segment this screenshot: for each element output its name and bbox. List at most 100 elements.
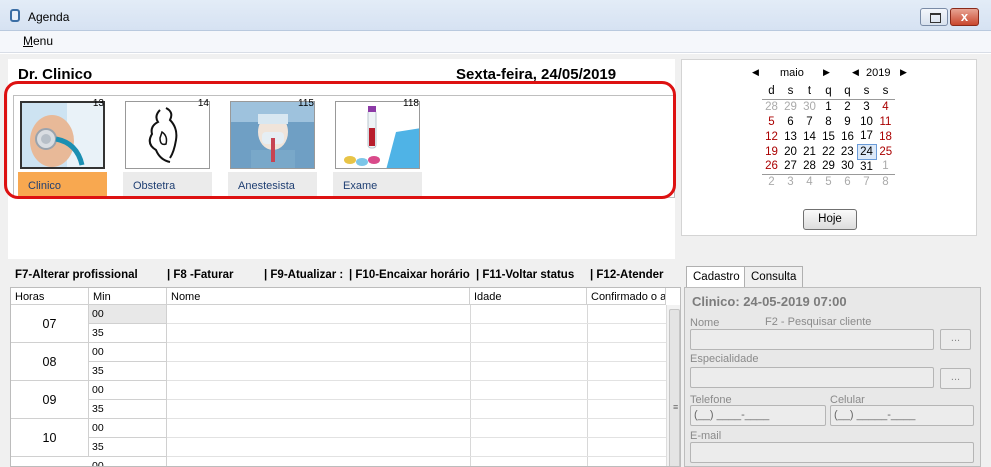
next-year-arrow-icon[interactable]: ▶ [900, 67, 907, 78]
calendar-day[interactable]: 1 [876, 159, 895, 175]
calendar-day[interactable]: 31 [857, 159, 876, 175]
calendar-day[interactable]: 5 [819, 174, 838, 189]
calendar-day[interactable]: 17 [857, 129, 876, 144]
especialidade-browse-button[interactable]: ... [940, 368, 971, 389]
calendar-day[interactable]: 15 [819, 129, 838, 144]
prev-year-arrow-icon[interactable]: ◀ [852, 67, 859, 78]
table-row[interactable] [167, 400, 667, 419]
menu-item-menu[interactable]: Menu [23, 34, 53, 48]
calendar-day[interactable]: 13 [781, 129, 800, 144]
table-row[interactable] [167, 438, 667, 457]
calendar-day[interactable]: 10 [857, 114, 876, 129]
calendar-day[interactable]: 25 [876, 144, 895, 159]
calendar-day[interactable]: 2 [838, 99, 857, 114]
calendar-day[interactable]: 21 [800, 144, 819, 159]
calendar-day[interactable]: 26 [762, 159, 781, 175]
month-label[interactable]: maio [780, 67, 804, 79]
hour-cell[interactable]: 08 [11, 343, 89, 381]
especialidade-field[interactable] [690, 367, 934, 388]
calendar-day[interactable]: 1 [819, 99, 838, 114]
shortcut-f8: | F8 -Faturar [167, 269, 234, 281]
calendar-day[interactable]: 7 [800, 114, 819, 129]
email-field[interactable] [690, 442, 974, 463]
calendar-day[interactable]: 29 [781, 99, 800, 114]
table-row[interactable] [167, 343, 667, 362]
column-header-idade[interactable]: Idade [470, 288, 587, 305]
hour-cell[interactable]: 07 [11, 305, 89, 343]
form-title: Clinico: 24-05-2019 07:00 [692, 294, 847, 309]
weekday-header: d [762, 84, 781, 100]
hour-cell[interactable]: 09 [11, 381, 89, 419]
calendar-day[interactable]: 27 [781, 159, 800, 175]
grip-icon: ≡ [673, 402, 679, 412]
calendar-day[interactable]: 18 [876, 129, 895, 144]
calendar-day[interactable]: 6 [781, 114, 800, 129]
celular-field[interactable]: (__) _____-____ [830, 405, 974, 426]
minute-cell[interactable]: 35 [89, 324, 167, 343]
calendar-day[interactable]: 16 [838, 129, 857, 144]
calendar-day[interactable]: 7 [857, 174, 876, 189]
today-button[interactable]: Hoje [803, 209, 857, 230]
calendar-day[interactable]: 8 [819, 114, 838, 129]
cadastro-form: Clinico: 24-05-2019 07:00 Nome F2 - Pesq… [684, 287, 981, 467]
column-header-min[interactable]: Min [89, 288, 167, 305]
calendar-day[interactable]: 24 [856, 143, 877, 160]
table-row[interactable] [167, 381, 667, 400]
calendar-day[interactable]: 30 [838, 159, 857, 175]
calendar-day[interactable]: 6 [838, 174, 857, 189]
menu-bar: Menu [0, 31, 991, 53]
restore-button[interactable] [920, 8, 948, 26]
calendar-day[interactable]: 8 [876, 174, 895, 189]
calendar: ◀ maio ▶ ◀ 2019 ▶ dstqqss 28 29 30 1 2 3 4 5 6 7 8… [681, 59, 977, 236]
calendar-day[interactable]: 30 [800, 99, 819, 114]
calendar-day[interactable]: 28 [762, 99, 781, 114]
calendar-day[interactable]: 19 [762, 144, 781, 159]
tab-cadastro[interactable]: Cadastro [686, 266, 747, 288]
column-header-horas[interactable]: Horas [11, 288, 89, 305]
calendar-day[interactable]: 29 [819, 159, 838, 175]
weekday-header: s [857, 84, 876, 100]
calendar-day[interactable]: 9 [838, 114, 857, 129]
vertical-scrollbar[interactable]: ≡ [666, 305, 680, 466]
minute-cell[interactable]: 00 [89, 305, 167, 324]
prev-month-arrow-icon[interactable]: ◀ [752, 67, 759, 78]
minute-cell[interactable]: 35 [89, 400, 167, 419]
minute-cell[interactable]: 00 [89, 381, 167, 400]
calendar-day[interactable]: 2 [762, 174, 781, 189]
calendar-day[interactable]: 3 [781, 174, 800, 189]
minute-cell[interactable]: 00 [89, 457, 167, 466]
year-label[interactable]: 2019 [866, 67, 890, 79]
nome-field[interactable] [690, 329, 934, 350]
calendar-day[interactable]: 4 [800, 174, 819, 189]
telefone-field[interactable]: (__) ____-____ [690, 405, 826, 426]
scrollbar-thumb[interactable]: ≡ [669, 309, 680, 466]
column-header-confirmado[interactable]: Confirmado o av [587, 288, 666, 305]
table-row[interactable] [167, 362, 667, 381]
minute-cell[interactable]: 00 [89, 419, 167, 438]
table-row[interactable] [167, 419, 667, 438]
close-button[interactable]: x [950, 8, 979, 26]
calendar-day[interactable]: 4 [876, 99, 895, 114]
nome-browse-button[interactable]: ... [940, 329, 971, 350]
calendar-day[interactable]: 5 [762, 114, 781, 129]
minute-cell[interactable]: 35 [89, 362, 167, 381]
calendar-day[interactable]: 11 [876, 114, 895, 129]
calendar-day[interactable]: 12 [762, 129, 781, 144]
column-header-nome[interactable]: Nome [167, 288, 470, 305]
nome-hint: F2 - Pesquisar cliente [765, 316, 872, 328]
table-row[interactable] [167, 324, 667, 343]
hour-cell[interactable]: 10 [11, 419, 89, 457]
minute-cell[interactable]: 00 [89, 343, 167, 362]
calendar-day[interactable]: 14 [800, 129, 819, 144]
main-area: Dr. Clinico Sexta-feira, 24/05/2019 13 C… [0, 54, 991, 467]
minute-cell[interactable]: 35 [89, 438, 167, 457]
calendar-day[interactable]: 20 [781, 144, 800, 159]
tab-consulta[interactable]: Consulta [744, 266, 804, 287]
calendar-day[interactable]: 3 [857, 99, 876, 114]
calendar-day[interactable]: 23 [838, 144, 857, 159]
next-month-arrow-icon[interactable]: ▶ [823, 67, 830, 78]
table-row[interactable] [167, 305, 667, 324]
calendar-day[interactable]: 22 [819, 144, 838, 159]
shortcut-f11: | F11-Voltar status [476, 269, 575, 281]
calendar-day[interactable]: 28 [800, 159, 819, 175]
